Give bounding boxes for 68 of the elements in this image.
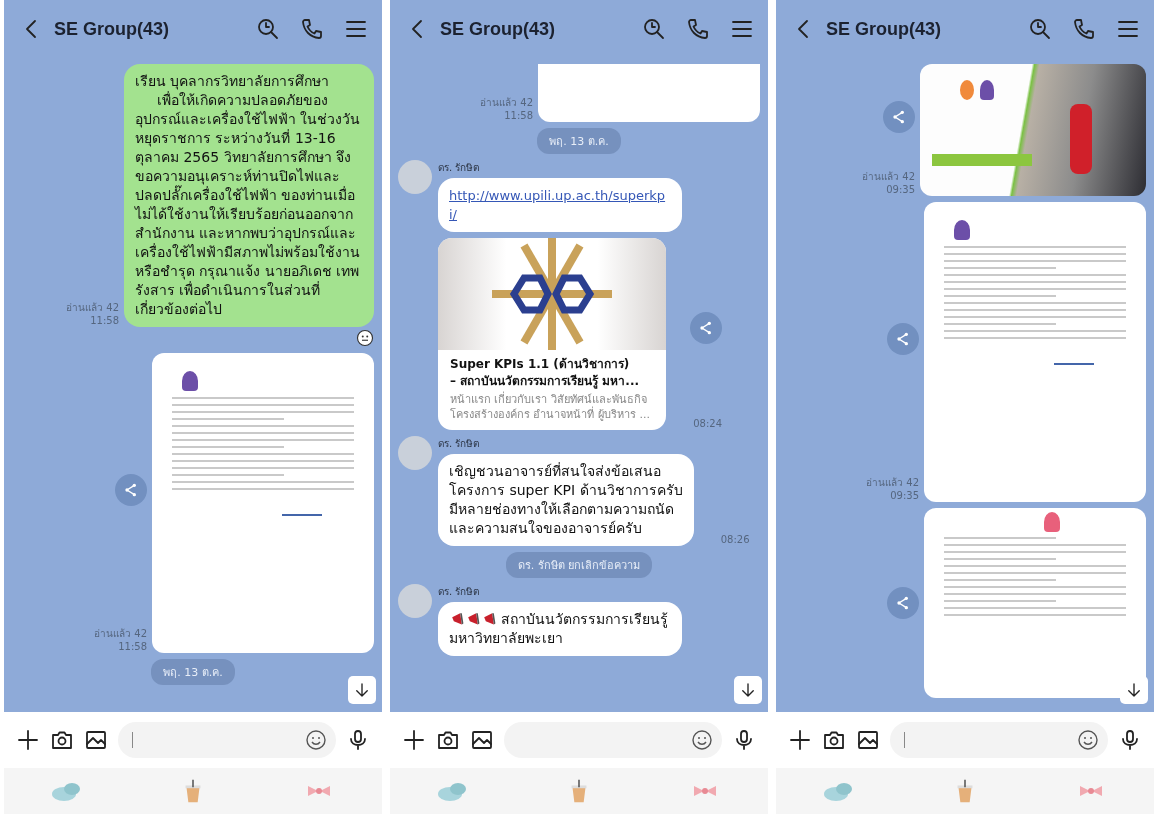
message-time: 11:58 <box>118 640 147 653</box>
arrow-down-icon <box>739 681 757 699</box>
message-input[interactable] <box>118 722 336 758</box>
date-label: พฤ. 13 ต.ค. <box>151 659 235 685</box>
read-receipt: อ่านแล้ว 42 <box>480 96 533 109</box>
phone-icon[interactable] <box>300 17 324 41</box>
arrow-down-icon <box>353 681 371 699</box>
avatar <box>398 584 432 618</box>
link-description: หน้าแรก เกี่ยวกับเรา วิสัยทัศน์และพันธกิจ โครงสร้างองค์กร อำนาจหน้าที่ ผู้บริหาร ... <box>449 390 651 423</box>
message-time: 11:58 <box>504 109 533 122</box>
message-input[interactable] <box>890 722 1108 758</box>
chat-title: SE Group(43) <box>54 18 170 40</box>
system-notice: ดร. รักษิต ยกเลิกข้อความ <box>505 552 653 578</box>
megaphone-icon <box>465 610 481 626</box>
message-bubble: เรียน บุคลากรวิทยาลัยการศึกษา เพื่อให้เกิดความปลอดภัยของอุปกรณ์และเครื่องใช้ไฟฟ้า ในช่วงวันหยุดราชการ ระหว่างวันที่ 13-16 ตุลาคม 2565 วิทยาลัยการศึกษา จึงขอความอนุเคราะห์ท่านปิดไฟและปลดปลั๊กเครื่องใช้ไฟฟ้า ของท่านเมื่อไม่ได้ใช้งานให้เรียบร้อยก่อนออกจากสำนักงาน และหากพบว่าอุปกรณ์และเครื่องใช้ไฟฟ้ามีสภาพไม่พร้อมใช้งาน หรือชำรุด กรุณาแจ้ง นายอภิเดช เทพรังสาร เพื่อดำเนินการในส่วนที่เกี่ยวข้องต่อไป <box>124 64 374 327</box>
share-button[interactable] <box>115 474 147 506</box>
search-icon[interactable] <box>256 17 280 41</box>
image-icon[interactable] <box>856 728 880 752</box>
message-time: 08:26 <box>720 533 750 546</box>
scroll-down-button[interactable] <box>348 676 376 704</box>
read-receipt: อ่านแล้ว 42 <box>94 627 147 640</box>
message-time: 09:35 <box>890 489 919 502</box>
megaphone-icon <box>449 610 465 626</box>
plus-icon[interactable] <box>402 728 426 752</box>
sender-name: ดร. รักษิต <box>438 437 480 451</box>
plus-icon[interactable] <box>788 728 812 752</box>
read-receipt: อ่านแล้ว 42 <box>866 476 919 489</box>
phone-icon[interactable] <box>1072 17 1096 41</box>
chat-title: SE Group(43) <box>826 18 942 40</box>
sender-name: ดร. รักษิต <box>438 585 480 599</box>
share-icon <box>123 482 139 498</box>
link-title: Super KPIs 1.1 (ด้านวิชาการ) – สถาบันนวัตกรรมการเรียนรู้ มหา... <box>449 356 641 390</box>
chat-title: SE Group(43) <box>440 18 556 40</box>
image-icon[interactable] <box>84 728 108 752</box>
search-icon[interactable] <box>642 17 666 41</box>
phone-icon[interactable] <box>686 17 710 41</box>
share-icon <box>891 109 907 125</box>
arrow-down-icon <box>1125 681 1143 699</box>
search-icon[interactable] <box>1028 17 1052 41</box>
message-time: 08:24 <box>693 417 722 430</box>
emoji-icon[interactable] <box>1076 728 1100 752</box>
share-icon <box>895 331 911 347</box>
message-time: 09:35 <box>886 183 915 196</box>
avatar <box>398 160 432 194</box>
plus-icon[interactable] <box>16 728 40 752</box>
share-icon <box>895 595 911 611</box>
smiley-icon[interactable] <box>356 329 374 347</box>
share-button[interactable] <box>690 311 722 344</box>
share-button[interactable] <box>887 587 919 619</box>
read-receipt: อ่านแล้ว 42 <box>862 170 915 183</box>
message-input[interactable] <box>504 722 722 758</box>
link-preview-card[interactable]: Super KPIs 1.1 (ด้านวิชาการ) – สถาบันนวัตกรรมการเรียนรู้ มหา... หน้าแรก เกี่ยวกับเรา วิสัยทัศน์และพันธกิจ โครงสร้างองค์กร อำนาจหน้าที่ ผู้บริหาร ... <box>438 238 666 430</box>
message-bubble: สถาบันนวัตกรรมการเรียนรู้ มหาวิทยาลัยพะเยา <box>438 602 682 656</box>
read-receipt: อ่านแล้ว 42 <box>66 301 119 314</box>
scroll-down-button[interactable] <box>734 676 762 704</box>
share-button[interactable] <box>887 323 919 355</box>
link[interactable]: http://www.upili.up.ac.th/superkpi/ <box>449 186 669 224</box>
message-time: 11:58 <box>90 314 119 327</box>
sender-name: ดร. รักษิต <box>438 161 480 175</box>
date-label: พฤ. 13 ต.ค. <box>537 128 621 154</box>
avatar <box>398 436 432 470</box>
share-icon <box>698 319 714 336</box>
emoji-icon[interactable] <box>690 728 714 752</box>
emoji-icon[interactable] <box>304 728 328 752</box>
message-bubble: เชิญชวนอาจารย์ที่สนใจส่งข้อเสนอ โครงการ super KPI ด้านวิชาการครับ มีหลายช่องทางให้เลือกตามความถนัด และความสนใจของอาจารย์ครับ <box>438 454 694 546</box>
share-button[interactable] <box>883 101 915 133</box>
megaphone-icon <box>481 610 497 626</box>
image-icon[interactable] <box>470 728 494 752</box>
